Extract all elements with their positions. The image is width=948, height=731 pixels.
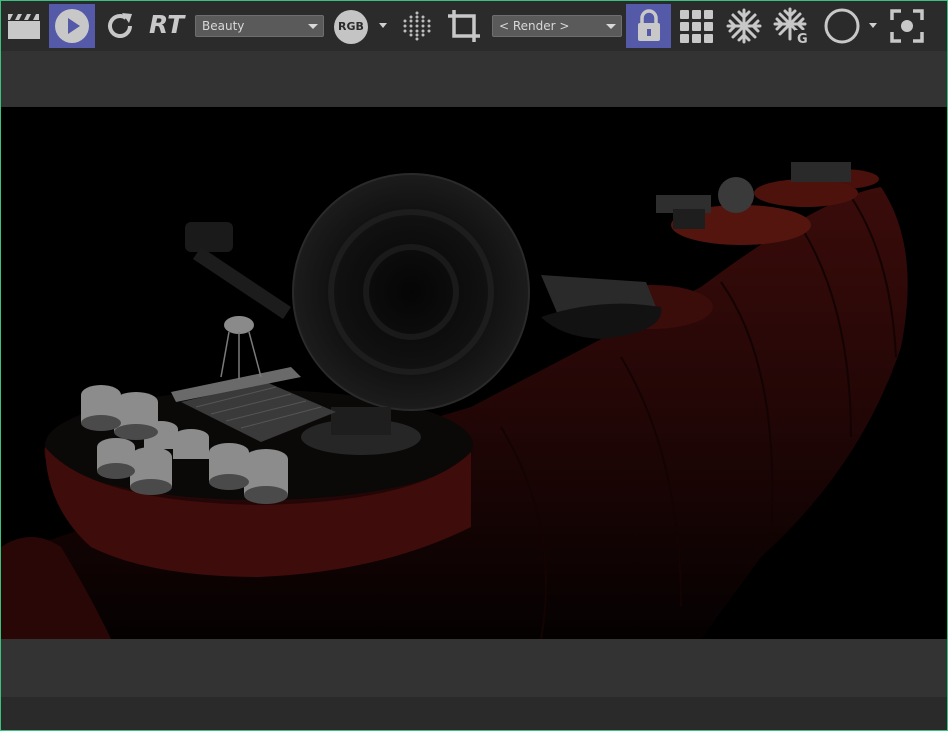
circle-icon[interactable]: [821, 4, 863, 48]
play-button[interactable]: [49, 4, 95, 48]
camera-select[interactable]: < Render >: [492, 15, 622, 37]
chevron-down-icon: [308, 24, 318, 29]
top-band: [1, 51, 947, 107]
svg-text:G: G: [797, 32, 808, 45]
color-mode-button[interactable]: RGB: [334, 10, 368, 44]
chevron-down-icon[interactable]: [869, 23, 877, 28]
clapperboard-icon[interactable]: [3, 4, 45, 48]
lock-button[interactable]: [626, 4, 671, 48]
refresh-button[interactable]: [100, 4, 140, 48]
snowflake-g-icon[interactable]: G: [771, 4, 813, 48]
chevron-down-icon: [606, 24, 616, 29]
lock-icon: [637, 9, 660, 41]
dot-grid-icon[interactable]: [397, 4, 437, 48]
status-bar: [1, 697, 947, 730]
render-viewport[interactable]: [1, 107, 947, 640]
chevron-down-icon[interactable]: [379, 23, 387, 28]
realtime-toggle[interactable]: RT: [149, 10, 184, 40]
play-icon: [55, 9, 89, 43]
render-image: [1, 107, 947, 640]
channel-select-value: Beauty: [202, 19, 245, 33]
snowflake-icon[interactable]: [723, 4, 765, 48]
channel-select[interactable]: Beauty: [195, 15, 324, 37]
bottom-band: [1, 639, 947, 697]
focus-target-icon[interactable]: [886, 4, 928, 48]
camera-select-value: < Render >: [499, 19, 570, 33]
refresh-icon: [108, 13, 132, 38]
crop-button[interactable]: [444, 4, 484, 48]
toolbar: RT Beauty RGB < Render > G: [1, 1, 947, 51]
grid-icon[interactable]: [676, 4, 716, 48]
crop-icon: [448, 10, 480, 42]
render-view-window: RT Beauty RGB < Render > G: [0, 0, 948, 731]
